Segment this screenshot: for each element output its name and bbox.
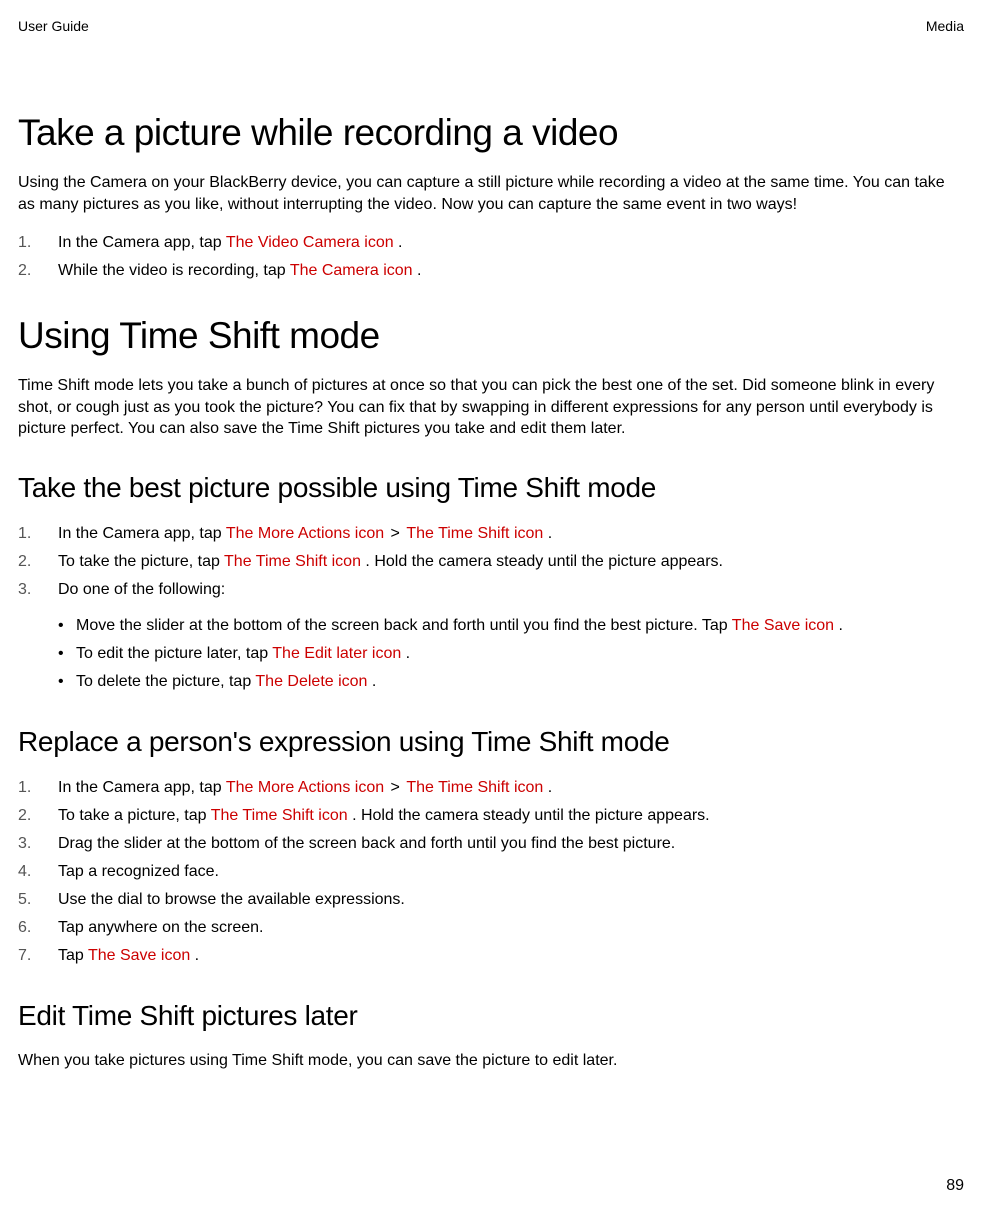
page-header: User Guide Media [18,18,964,34]
heading-replace-expression: Replace a person's expression using Time… [18,726,964,758]
steps-list: In the Camera app, tap The More Actions … [18,776,964,968]
list-item: In the Camera app, tap The Video Camera … [18,231,964,255]
step-text: In the Camera app, tap [58,234,226,251]
more-actions-icon-ref: The More Actions icon [226,779,384,796]
section-replace-expression: Replace a person's expression using Time… [18,726,964,968]
video-camera-icon-ref: The Video Camera icon [226,234,394,251]
sub-text: To delete the picture, tap [76,673,255,690]
step-text: Tap a recognized face. [58,863,219,880]
list-item: Tap a recognized face. [18,860,964,884]
section-take-picture-while-recording: Take a picture while recording a video U… [18,112,964,283]
step-text: Do one of the following: [58,581,225,598]
step-text: . [543,779,552,796]
sub-text: . [401,645,410,662]
step-text: . [543,525,552,542]
list-item: Use the dial to browse the available exp… [18,888,964,912]
list-item: Do one of the following: Move the slider… [18,578,964,694]
more-actions-icon-ref: The More Actions icon [226,525,384,542]
header-left: User Guide [18,18,89,34]
separator: > [386,525,404,542]
sub-list: Move the slider at the bottom of the scr… [58,614,964,694]
header-right: Media [926,18,964,34]
list-item: Tap anywhere on the screen. [18,916,964,940]
list-item: Move the slider at the bottom of the scr… [58,614,964,638]
section-best-picture-time-shift: Take the best picture possible using Tim… [18,472,964,694]
step-text: . [394,234,403,251]
time-shift-icon-ref: The Time Shift icon [211,807,348,824]
step-text: . [190,947,199,964]
step-text: . Hold the camera steady until the pictu… [348,807,710,824]
heading-best-picture: Take the best picture possible using Tim… [18,472,964,504]
list-item: In the Camera app, tap The More Actions … [18,522,964,546]
list-item: To take a picture, tap The Time Shift ic… [18,804,964,828]
page-number: 89 [946,1177,964,1195]
sub-text: To edit the picture later, tap [76,645,272,662]
time-shift-icon-ref: The Time Shift icon [224,553,361,570]
edit-later-icon-ref: The Edit later icon [272,645,401,662]
intro-text: When you take pictures using Time Shift … [18,1050,964,1072]
step-text: In the Camera app, tap [58,525,226,542]
heading-using-time-shift: Using Time Shift mode [18,315,964,357]
heading-edit-later: Edit Time Shift pictures later [18,1000,964,1032]
sub-text: . [367,673,376,690]
list-item: In the Camera app, tap The More Actions … [18,776,964,800]
steps-list: In the Camera app, tap The More Actions … [18,522,964,694]
section-using-time-shift: Using Time Shift mode Time Shift mode le… [18,315,964,440]
delete-icon-ref: The Delete icon [255,673,367,690]
save-icon-ref: The Save icon [88,947,190,964]
list-item: To take the picture, tap The Time Shift … [18,550,964,574]
list-item: To delete the picture, tap The Delete ic… [58,670,964,694]
step-text: To take a picture, tap [58,807,211,824]
list-item: Tap The Save icon . [18,944,964,968]
intro-text: Using the Camera on your BlackBerry devi… [18,172,964,215]
step-text: To take the picture, tap [58,553,224,570]
list-item: While the video is recording, tap The Ca… [18,259,964,283]
list-item: Drag the slider at the bottom of the scr… [18,832,964,856]
step-text: Use the dial to browse the available exp… [58,891,405,908]
time-shift-icon-ref: The Time Shift icon [406,779,543,796]
separator: > [386,779,404,796]
step-text: Tap [58,947,88,964]
step-text: In the Camera app, tap [58,779,226,796]
step-text: Tap anywhere on the screen. [58,919,263,936]
step-text: . Hold the camera steady until the pictu… [361,553,723,570]
sub-text: . [834,617,843,634]
section-edit-later: Edit Time Shift pictures later When you … [18,1000,964,1072]
camera-icon-ref: The Camera icon [290,262,413,279]
steps-list: In the Camera app, tap The Video Camera … [18,231,964,283]
sub-text: Move the slider at the bottom of the scr… [76,617,732,634]
step-text: While the video is recording, tap [58,262,290,279]
step-text: . [413,262,422,279]
list-item: To edit the picture later, tap The Edit … [58,642,964,666]
time-shift-icon-ref: The Time Shift icon [406,525,543,542]
save-icon-ref: The Save icon [732,617,834,634]
step-text: Drag the slider at the bottom of the scr… [58,835,675,852]
intro-text: Time Shift mode lets you take a bunch of… [18,375,964,440]
heading-take-picture-while-recording: Take a picture while recording a video [18,112,964,154]
